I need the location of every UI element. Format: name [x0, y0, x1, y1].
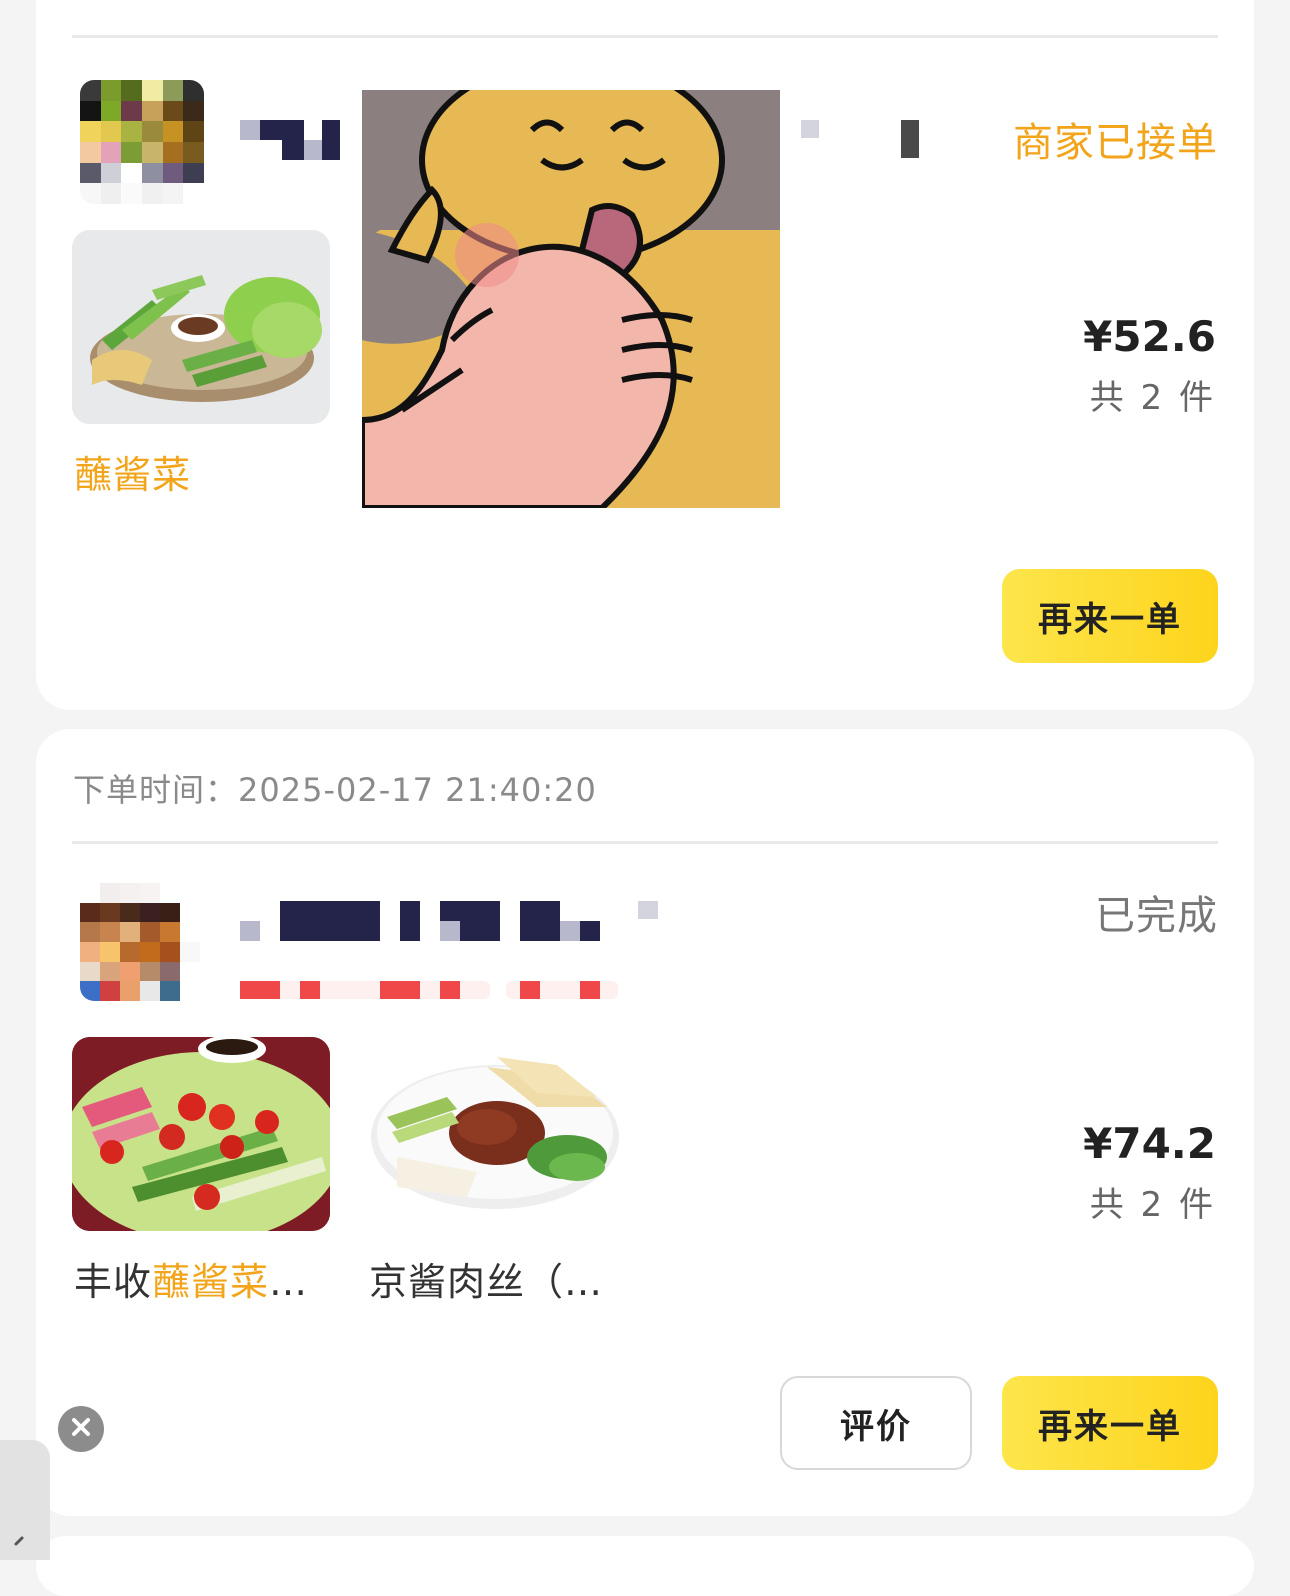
order-price: ¥74.2 — [1083, 1119, 1216, 1168]
food-name-highlight: 蘸酱菜 — [74, 453, 192, 497]
redacted-mark — [638, 901, 658, 919]
redacted-mark — [801, 120, 819, 138]
order-time: 下单时间：2025-02-17 21:40:20 — [73, 765, 597, 811]
food-thumbnail[interactable] — [367, 1037, 625, 1231]
close-icon — [69, 1415, 93, 1443]
food-thumbnail[interactable] — [72, 1037, 330, 1231]
sticker-image — [362, 90, 780, 508]
reorder-button[interactable]: 再来一单 — [1002, 1376, 1218, 1470]
promo-tag-redacted — [240, 981, 490, 999]
food-name[interactable]: 蘸酱菜 — [74, 444, 191, 499]
shop-name-redacted[interactable] — [240, 120, 340, 160]
divider — [72, 35, 1218, 38]
divider — [72, 841, 1218, 844]
order-time-label: 下单时间： — [73, 771, 239, 809]
redacted-mark — [901, 120, 919, 158]
order-time-value: 2025-02-17 21:40:20 — [238, 771, 597, 809]
order-status: 已完成 — [1095, 893, 1218, 939]
food-name-suffix: … — [269, 1260, 309, 1304]
shop-avatar[interactable] — [80, 80, 204, 204]
shop-avatar[interactable] — [80, 883, 200, 1001]
promo-tag-redacted — [506, 981, 618, 999]
order-status: 商家已接单 — [1013, 120, 1218, 166]
food-thumbnail[interactable] — [72, 230, 330, 424]
order-price: ¥52.6 — [1083, 312, 1216, 361]
review-button[interactable]: 评价 — [780, 1376, 972, 1470]
order-card[interactable]: 商家已接单 蘸酱菜 ¥52.6 共 2 件 再来一单 — [36, 0, 1254, 710]
food-name-highlight: 蘸酱菜 — [152, 1260, 270, 1304]
side-tab[interactable] — [0, 1440, 50, 1560]
item-count: 共 2 件 — [1089, 1185, 1216, 1225]
food-name[interactable]: 丰收蘸酱菜… — [74, 1251, 308, 1306]
food-name-prefix: 丰收 — [74, 1260, 153, 1304]
close-floating-button[interactable] — [58, 1406, 104, 1452]
reorder-button[interactable]: 再来一单 — [1002, 569, 1218, 663]
chevron-icon — [12, 1530, 32, 1554]
order-card[interactable] — [36, 1536, 1254, 1596]
food-name[interactable]: 京酱肉丝（… — [369, 1251, 603, 1306]
item-count: 共 2 件 — [1089, 378, 1216, 418]
shop-name-redacted[interactable] — [240, 901, 600, 941]
order-card[interactable]: 下单时间：2025-02-17 21:40:20 已完成 丰收蘸酱菜… 京酱肉丝… — [36, 729, 1254, 1516]
